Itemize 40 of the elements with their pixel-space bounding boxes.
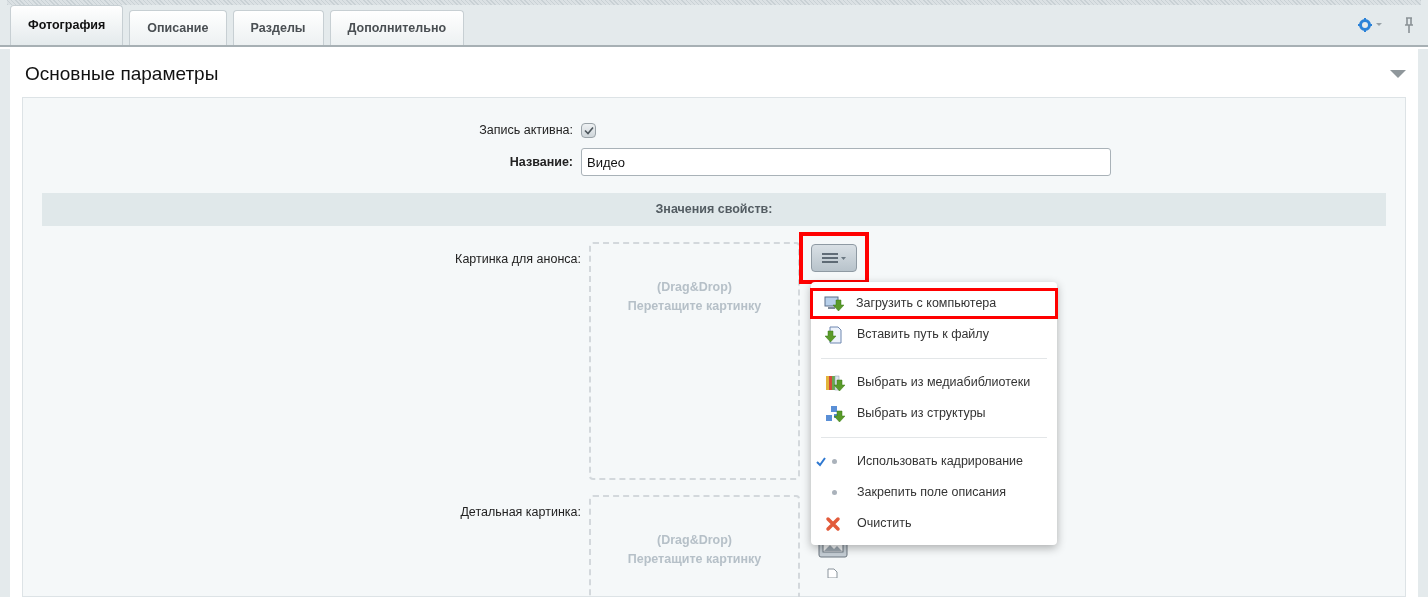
collapse-triangle-icon[interactable] xyxy=(1390,69,1406,79)
file-download-icon xyxy=(825,325,843,344)
field-label: Детальная картинка: xyxy=(460,504,581,521)
cross-icon xyxy=(825,515,841,532)
drop-text: Перетащите картинку xyxy=(627,297,762,315)
file-icon[interactable] xyxy=(827,568,839,578)
drop-hint: (Drag&Drop) xyxy=(657,532,732,549)
field-label: Картинка для анонса: xyxy=(455,251,581,268)
field-label: Запись активна: xyxy=(478,121,574,139)
bullet-icon xyxy=(832,459,837,464)
bullet-icon xyxy=(832,490,837,495)
drop-text: Перетащите картинку xyxy=(627,550,762,568)
tab[interactable]: Описание xyxy=(129,10,227,46)
checkmark-icon xyxy=(816,456,826,467)
monitor-download-icon xyxy=(824,294,844,313)
books-download-icon xyxy=(825,373,845,392)
menu-item[interactable]: Закрепить поле описания xyxy=(811,477,1057,508)
menu-button[interactable] xyxy=(811,244,857,272)
section-header: Значения свойств: xyxy=(42,193,1386,226)
menu-item[interactable]: Выбрать из медиабиблиотеки xyxy=(811,367,1057,398)
menu-item[interactable]: Вставить путь к файлу xyxy=(811,319,1057,350)
hierarchy-download-icon xyxy=(825,404,845,423)
menu-icon xyxy=(822,253,846,263)
settings-button[interactable] xyxy=(1358,18,1382,33)
panel-title: Основные параметры xyxy=(24,61,219,86)
menu-item[interactable]: Загрузить с компьютера xyxy=(810,288,1058,319)
settings-icon xyxy=(1358,18,1372,33)
tab[interactable]: Фотография xyxy=(10,5,124,46)
caret-icon xyxy=(1376,23,1382,28)
pin-icon[interactable] xyxy=(1404,17,1414,34)
tab[interactable]: Дополнительно xyxy=(329,10,465,46)
menu-item[interactable]: Выбрать из структуры xyxy=(811,398,1057,429)
field-label: Название: xyxy=(508,153,574,171)
menu-item[interactable]: Использовать кадрирование xyxy=(811,446,1057,477)
drop-hint: (Drag&Drop) xyxy=(657,279,732,296)
menu-item[interactable]: Очистить xyxy=(811,508,1057,539)
checkbox[interactable] xyxy=(581,122,596,138)
tab[interactable]: Разделы xyxy=(232,10,324,46)
name-field[interactable]: Видео xyxy=(581,148,1111,176)
checkmark-icon xyxy=(583,125,594,135)
